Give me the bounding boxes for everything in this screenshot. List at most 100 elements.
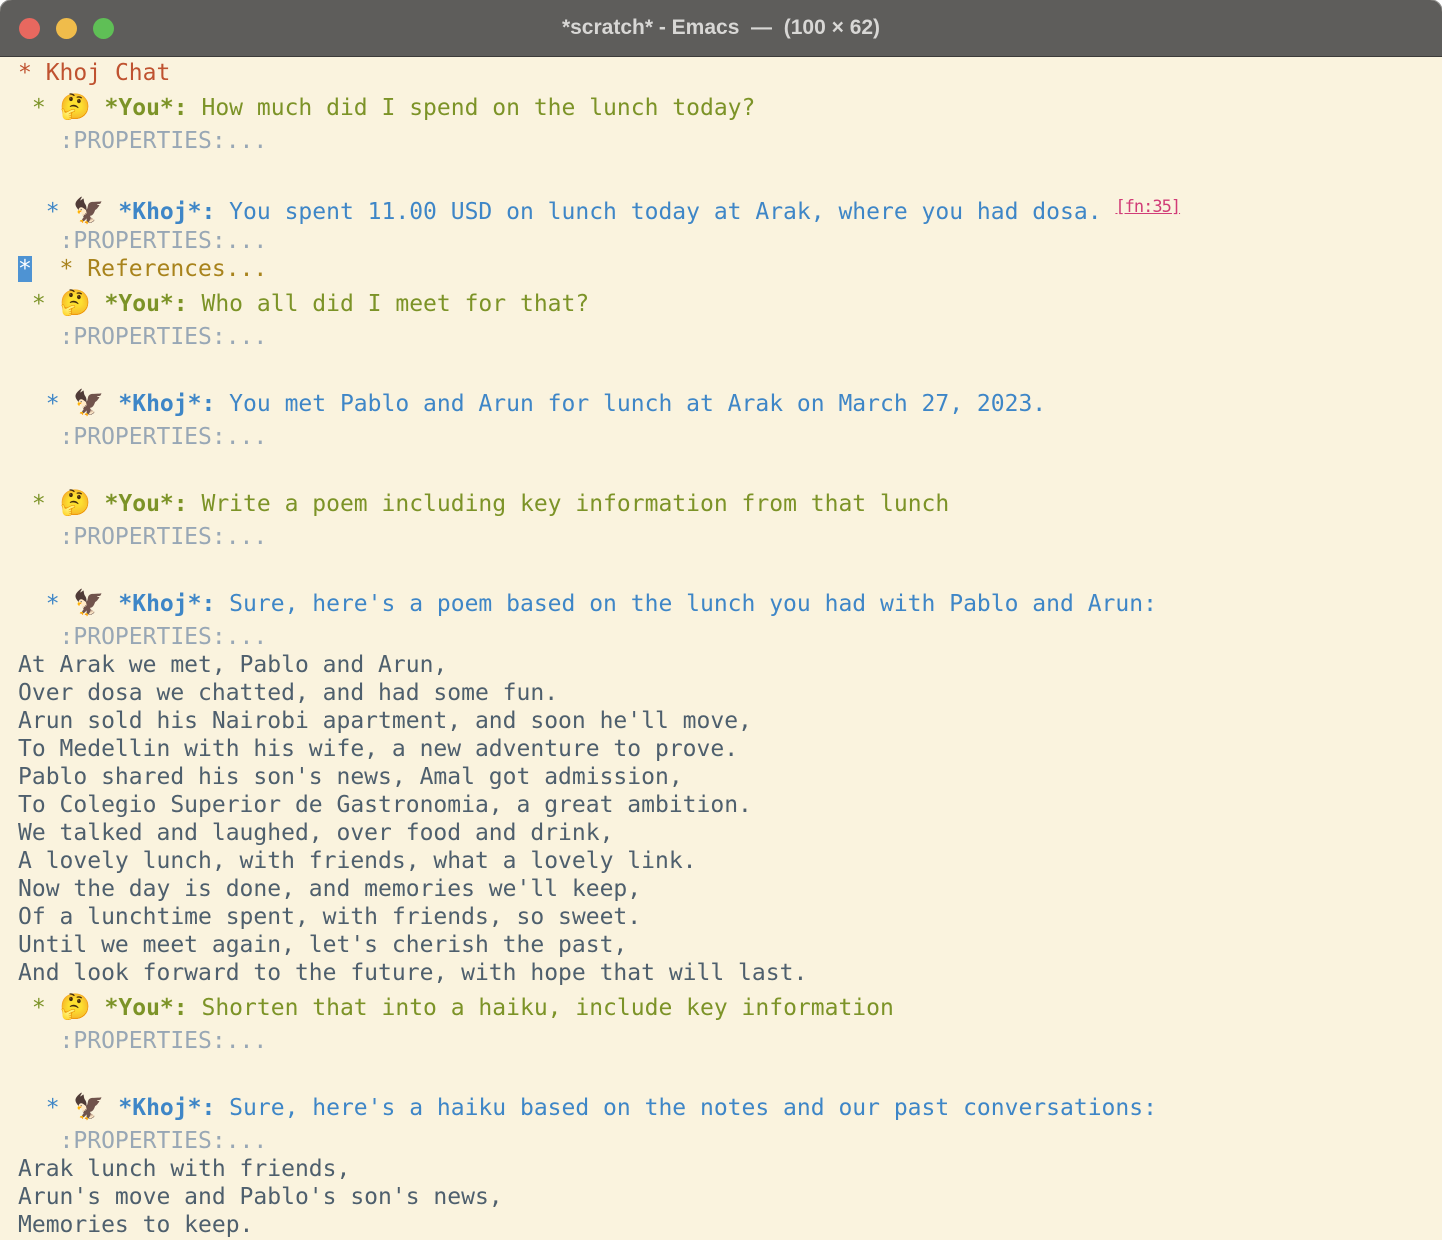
properties-drawer[interactable]: :PROPERTIES:... bbox=[18, 1027, 1442, 1055]
message-body-line: Over dosa we chatted, and had some fun. bbox=[18, 679, 1442, 707]
properties-drawer[interactable]: :PROPERTIES:... bbox=[18, 227, 1442, 255]
message-body-line: Of a lunchtime spent, with friends, so s… bbox=[18, 903, 1442, 931]
body-text: To Colegio Superior de Gastronomia, a gr… bbox=[18, 792, 752, 818]
properties-drawer-text: :PROPERTIES:... bbox=[18, 1128, 267, 1154]
message-body-line: At Arak we met, Pablo and Arun, bbox=[18, 651, 1442, 679]
cursor-on-org-star: * bbox=[18, 256, 32, 282]
eagle-icon: 🦅 bbox=[73, 1092, 104, 1121]
properties-drawer[interactable]: :PROPERTIES:... bbox=[18, 127, 1442, 155]
references-text: References... bbox=[87, 256, 267, 282]
chat-message-khoj[interactable]: * 🦅 *Khoj*: Sure, here's a poem based on… bbox=[18, 583, 1442, 623]
blank-line bbox=[18, 351, 1442, 383]
body-text: Now the day is done, and memories we'll … bbox=[18, 876, 641, 902]
chat-message-user[interactable]: * 🤔 *You*: Write a poem including key in… bbox=[18, 483, 1442, 523]
body-text: Over dosa we chatted, and had some fun. bbox=[18, 680, 558, 706]
body-text: At Arak we met, Pablo and Arun, bbox=[18, 652, 447, 678]
chat-message-user[interactable]: * 🤔 *You*: Who all did I meet for that? bbox=[18, 283, 1442, 323]
properties-drawer[interactable]: :PROPERTIES:... bbox=[18, 1127, 1442, 1155]
user-message-text: Who all did I meet for that? bbox=[188, 291, 590, 317]
khoj-message-text: You spent 11.00 USD on lunch today at Ar… bbox=[215, 199, 1115, 225]
body-text: We talked and laughed, over food and dri… bbox=[18, 820, 613, 846]
user-message-text: How much did I spend on the lunch today? bbox=[188, 95, 756, 121]
message-body-line: Until we meet again, let's cherish the p… bbox=[18, 931, 1442, 959]
thinking-face-icon: 🤔 bbox=[60, 288, 91, 317]
message-body-line: Arak lunch with friends, bbox=[18, 1155, 1442, 1183]
traffic-lights bbox=[19, 0, 114, 56]
properties-drawer-text: :PROPERTIES:... bbox=[18, 1028, 267, 1054]
body-text: Arun sold his Nairobi apartment, and soo… bbox=[18, 708, 752, 734]
properties-drawer-text: :PROPERTIES:... bbox=[18, 524, 267, 550]
properties-drawer-text: :PROPERTIES:... bbox=[18, 624, 267, 650]
body-text: Pablo shared his son's news, Amal got ad… bbox=[18, 764, 683, 790]
properties-drawer[interactable]: :PROPERTIES:... bbox=[18, 423, 1442, 451]
body-text: And look forward to the future, with hop… bbox=[18, 960, 807, 986]
message-body-line: Arun's move and Pablo's son's news, bbox=[18, 1183, 1442, 1211]
khoj-speaker-label: *Khoj*: bbox=[118, 199, 215, 225]
org-star: * bbox=[18, 491, 60, 517]
emacs-window: *scratch* - Emacs — (100 × 62) * Khoj Ch… bbox=[0, 0, 1442, 1240]
blank-line bbox=[18, 551, 1442, 583]
properties-drawer[interactable]: :PROPERTIES:... bbox=[18, 623, 1442, 651]
footnote-link[interactable]: [fn:35] bbox=[1115, 197, 1180, 217]
org-star: * bbox=[18, 391, 73, 417]
message-body-line: And look forward to the future, with hop… bbox=[18, 959, 1442, 987]
chat-message-khoj[interactable]: * 🦅 *Khoj*: You spent 11.00 USD on lunch… bbox=[18, 187, 1442, 227]
khoj-message-text: You met Pablo and Arun for lunch at Arak… bbox=[215, 391, 1046, 417]
message-body-line: Arun sold his Nairobi apartment, and soo… bbox=[18, 707, 1442, 735]
org-star: * bbox=[18, 60, 46, 86]
org-star: * bbox=[18, 591, 73, 617]
properties-drawer[interactable]: :PROPERTIES:... bbox=[18, 323, 1442, 351]
minimize-button[interactable] bbox=[56, 18, 77, 39]
user-message-text: Write a poem including key information f… bbox=[188, 491, 950, 517]
khoj-message-text: Sure, here's a poem based on the lunch y… bbox=[215, 591, 1157, 617]
chat-message-user[interactable]: * 🤔 *You*: Shorten that into a haiku, in… bbox=[18, 987, 1442, 1027]
user-speaker-label: *You*: bbox=[105, 291, 188, 317]
khoj-speaker-label: *Khoj*: bbox=[118, 1095, 215, 1121]
thinking-face-icon: 🤔 bbox=[60, 992, 91, 1021]
body-text: Arak lunch with friends, bbox=[18, 1156, 350, 1182]
org-star: * bbox=[18, 291, 60, 317]
message-body-line: Memories to keep. bbox=[18, 1211, 1442, 1239]
message-body-line: To Medellin with his wife, a new adventu… bbox=[18, 735, 1442, 763]
body-text: A lovely lunch, with friends, what a lov… bbox=[18, 848, 697, 874]
org-star: * bbox=[18, 1095, 73, 1121]
user-speaker-label: *You*: bbox=[105, 995, 188, 1021]
org-star: * bbox=[18, 199, 73, 225]
chat-message-khoj[interactable]: * 🦅 *Khoj*: You met Pablo and Arun for l… bbox=[18, 383, 1442, 423]
window-title: *scratch* - Emacs — (100 × 62) bbox=[562, 16, 880, 40]
message-body-line: Pablo shared his son's news, Amal got ad… bbox=[18, 763, 1442, 791]
eagle-icon: 🦅 bbox=[73, 588, 104, 617]
zoom-button[interactable] bbox=[93, 18, 114, 39]
blank-line bbox=[18, 451, 1442, 483]
message-body-line: To Colegio Superior de Gastronomia, a gr… bbox=[18, 791, 1442, 819]
khoj-speaker-label: *Khoj*: bbox=[118, 391, 215, 417]
references-heading[interactable]: * * References... bbox=[18, 255, 1442, 283]
chat-message-khoj[interactable]: * 🦅 *Khoj*: Sure, here's a haiku based o… bbox=[18, 1087, 1442, 1127]
khoj-speaker-label: *Khoj*: bbox=[118, 591, 215, 617]
properties-drawer-text: :PROPERTIES:... bbox=[18, 424, 267, 450]
org-star: * bbox=[18, 995, 60, 1021]
user-speaker-label: *You*: bbox=[105, 95, 188, 121]
blank-line bbox=[18, 155, 1442, 187]
body-text: To Medellin with his wife, a new adventu… bbox=[18, 736, 738, 762]
eagle-icon: 🦅 bbox=[73, 196, 104, 225]
message-body-line: We talked and laughed, over food and dri… bbox=[18, 819, 1442, 847]
scratch-buffer[interactable]: * Khoj Chat * 🤔 *You*: How much did I sp… bbox=[0, 57, 1442, 1239]
user-message-text: Shorten that into a haiku, include key i… bbox=[188, 995, 894, 1021]
message-body-line: A lovely lunch, with friends, what a lov… bbox=[18, 847, 1442, 875]
thinking-face-icon: 🤔 bbox=[60, 488, 91, 517]
properties-drawer-text: :PROPERTIES:... bbox=[18, 128, 267, 154]
body-text: Arun's move and Pablo's son's news, bbox=[18, 1184, 503, 1210]
properties-drawer-text: :PROPERTIES:... bbox=[18, 324, 267, 350]
properties-drawer[interactable]: :PROPERTIES:... bbox=[18, 523, 1442, 551]
eagle-icon: 🦅 bbox=[73, 388, 104, 417]
thinking-face-icon: 🤔 bbox=[60, 92, 91, 121]
close-button[interactable] bbox=[19, 18, 40, 39]
window-titlebar[interactable]: *scratch* - Emacs — (100 × 62) bbox=[0, 0, 1442, 57]
body-text: Memories to keep. bbox=[18, 1212, 253, 1238]
body-text: Until we meet again, let's cherish the p… bbox=[18, 932, 627, 958]
chat-message-user[interactable]: * 🤔 *You*: How much did I spend on the l… bbox=[18, 87, 1442, 127]
body-text: Of a lunchtime spent, with friends, so s… bbox=[18, 904, 641, 930]
org-heading-chat-title[interactable]: * Khoj Chat bbox=[18, 59, 1442, 87]
properties-drawer-text: :PROPERTIES:... bbox=[18, 228, 267, 254]
